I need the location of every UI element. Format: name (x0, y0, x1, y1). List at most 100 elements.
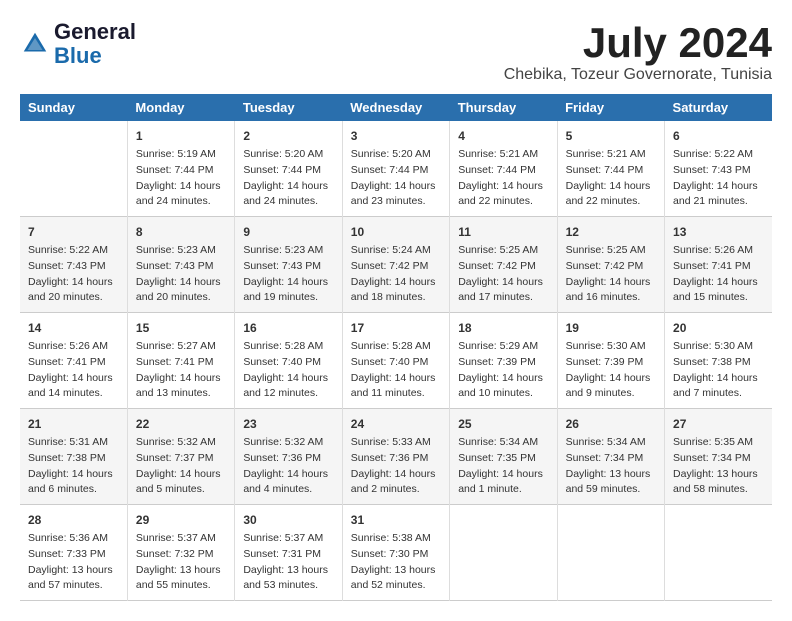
day-info: Sunrise: 5:28 AM Sunset: 7:40 PM Dayligh… (351, 339, 441, 402)
calendar-cell: 18 Sunrise: 5:29 AM Sunset: 7:39 PM Dayli… (450, 313, 557, 409)
day-info: Sunrise: 5:27 AM Sunset: 7:41 PM Dayligh… (136, 339, 226, 402)
calendar-cell: 26 Sunrise: 5:34 AM Sunset: 7:34 PM Dayli… (557, 409, 664, 505)
calendar-cell: 13 Sunrise: 5:26 AM Sunset: 7:41 PM Dayli… (665, 217, 772, 313)
day-info: Sunrise: 5:24 AM Sunset: 7:42 PM Dayligh… (351, 243, 441, 306)
day-number: 13 (673, 223, 764, 241)
day-info: Sunrise: 5:34 AM Sunset: 7:34 PM Dayligh… (566, 435, 656, 498)
weekday-header: Friday (557, 94, 664, 121)
day-info: Sunrise: 5:29 AM Sunset: 7:39 PM Dayligh… (458, 339, 548, 402)
weekday-header: Thursday (450, 94, 557, 121)
day-info: Sunrise: 5:23 AM Sunset: 7:43 PM Dayligh… (243, 243, 333, 306)
day-number: 2 (243, 127, 333, 145)
day-info: Sunrise: 5:35 AM Sunset: 7:34 PM Dayligh… (673, 435, 764, 498)
day-info: Sunrise: 5:22 AM Sunset: 7:43 PM Dayligh… (28, 243, 119, 306)
day-number: 12 (566, 223, 656, 241)
logo: General Blue (20, 20, 136, 68)
calendar-cell: 23 Sunrise: 5:32 AM Sunset: 7:36 PM Dayli… (235, 409, 342, 505)
calendar-cell (20, 121, 127, 217)
calendar-week-row: 21 Sunrise: 5:31 AM Sunset: 7:38 PM Dayli… (20, 409, 772, 505)
day-number: 8 (136, 223, 226, 241)
day-number: 30 (243, 511, 333, 529)
day-number: 28 (28, 511, 119, 529)
logo-blue: Blue (54, 43, 102, 68)
day-info: Sunrise: 5:19 AM Sunset: 7:44 PM Dayligh… (136, 147, 226, 210)
day-info: Sunrise: 5:21 AM Sunset: 7:44 PM Dayligh… (566, 147, 656, 210)
day-info: Sunrise: 5:37 AM Sunset: 7:31 PM Dayligh… (243, 531, 333, 594)
calendar-cell: 20Sunrise: 5:30 AM Sunset: 7:38 PM Dayli… (665, 313, 772, 409)
day-number: 18 (458, 319, 548, 337)
day-number: 11 (458, 223, 548, 241)
weekday-header: Saturday (665, 94, 772, 121)
day-info: Sunrise: 5:26 AM Sunset: 7:41 PM Dayligh… (673, 243, 764, 306)
calendar-week-row: 14Sunrise: 5:26 AM Sunset: 7:41 PM Dayli… (20, 313, 772, 409)
calendar-cell: 30 Sunrise: 5:37 AM Sunset: 7:31 PM Dayli… (235, 505, 342, 601)
title-area: July 2024 Chebika, Tozeur Governorate, T… (504, 20, 772, 84)
calendar-cell (450, 505, 557, 601)
day-info: Sunrise: 5:21 AM Sunset: 7:44 PM Dayligh… (458, 147, 548, 210)
calendar-cell: 16 Sunrise: 5:28 AM Sunset: 7:40 PM Dayli… (235, 313, 342, 409)
day-info: Sunrise: 5:37 AM Sunset: 7:32 PM Dayligh… (136, 531, 226, 594)
day-info: Sunrise: 5:32 AM Sunset: 7:37 PM Dayligh… (136, 435, 226, 498)
logo-icon (20, 29, 50, 59)
calendar-cell: 22 Sunrise: 5:32 AM Sunset: 7:37 PM Dayli… (127, 409, 234, 505)
day-number: 7 (28, 223, 119, 241)
calendar-cell: 10 Sunrise: 5:24 AM Sunset: 7:42 PM Dayli… (342, 217, 449, 313)
calendar-week-row: 28Sunrise: 5:36 AM Sunset: 7:33 PM Dayli… (20, 505, 772, 601)
calendar-cell: 4 Sunrise: 5:21 AM Sunset: 7:44 PM Daylig… (450, 121, 557, 217)
day-info: Sunrise: 5:31 AM Sunset: 7:38 PM Dayligh… (28, 435, 119, 498)
calendar-cell: 11 Sunrise: 5:25 AM Sunset: 7:42 PM Dayli… (450, 217, 557, 313)
day-number: 16 (243, 319, 333, 337)
day-number: 1 (136, 127, 226, 145)
day-number: 31 (351, 511, 441, 529)
day-number: 26 (566, 415, 656, 433)
day-number: 22 (136, 415, 226, 433)
calendar-cell: 7 Sunrise: 5:22 AM Sunset: 7:43 PM Daylig… (20, 217, 127, 313)
logo-general: General (54, 19, 136, 44)
day-info: Sunrise: 5:32 AM Sunset: 7:36 PM Dayligh… (243, 435, 333, 498)
calendar-cell (665, 505, 772, 601)
calendar-cell: 9 Sunrise: 5:23 AM Sunset: 7:43 PM Daylig… (235, 217, 342, 313)
calendar-cell: 24 Sunrise: 5:33 AM Sunset: 7:36 PM Dayli… (342, 409, 449, 505)
calendar-cell: 5Sunrise: 5:21 AM Sunset: 7:44 PM Daylig… (557, 121, 664, 217)
day-number: 4 (458, 127, 548, 145)
day-number: 14 (28, 319, 119, 337)
calendar-week-row: 7 Sunrise: 5:22 AM Sunset: 7:43 PM Daylig… (20, 217, 772, 313)
day-number: 10 (351, 223, 441, 241)
calendar-cell: 6 Sunrise: 5:22 AM Sunset: 7:43 PM Daylig… (665, 121, 772, 217)
day-info: Sunrise: 5:20 AM Sunset: 7:44 PM Dayligh… (243, 147, 333, 210)
day-number: 15 (136, 319, 226, 337)
calendar-cell: 28Sunrise: 5:36 AM Sunset: 7:33 PM Dayli… (20, 505, 127, 601)
calendar-cell: 15 Sunrise: 5:27 AM Sunset: 7:41 PM Dayli… (127, 313, 234, 409)
weekday-header: Sunday (20, 94, 127, 121)
calendar-cell: 1 Sunrise: 5:19 AM Sunset: 7:44 PM Daylig… (127, 121, 234, 217)
day-info: Sunrise: 5:33 AM Sunset: 7:36 PM Dayligh… (351, 435, 441, 498)
day-info: Sunrise: 5:25 AM Sunset: 7:42 PM Dayligh… (458, 243, 548, 306)
weekday-header-row: SundayMondayTuesdayWednesdayThursdayFrid… (20, 94, 772, 121)
day-number: 9 (243, 223, 333, 241)
day-info: Sunrise: 5:23 AM Sunset: 7:43 PM Dayligh… (136, 243, 226, 306)
day-info: Sunrise: 5:38 AM Sunset: 7:30 PM Dayligh… (351, 531, 441, 594)
calendar-cell (557, 505, 664, 601)
header: General Blue July 2024 Chebika, Tozeur G… (20, 20, 772, 84)
month-title: July 2024 (504, 20, 772, 66)
day-number: 25 (458, 415, 548, 433)
day-number: 24 (351, 415, 441, 433)
day-number: 3 (351, 127, 441, 145)
calendar-cell: 17 Sunrise: 5:28 AM Sunset: 7:40 PM Dayli… (342, 313, 449, 409)
day-number: 21 (28, 415, 119, 433)
weekday-header: Tuesday (235, 94, 342, 121)
calendar-cell: 19Sunrise: 5:30 AM Sunset: 7:39 PM Dayli… (557, 313, 664, 409)
day-info: Sunrise: 5:30 AM Sunset: 7:39 PM Dayligh… (566, 339, 656, 402)
location-subtitle: Chebika, Tozeur Governorate, Tunisia (504, 66, 772, 84)
calendar-cell: 27Sunrise: 5:35 AM Sunset: 7:34 PM Dayli… (665, 409, 772, 505)
calendar-cell: 29Sunrise: 5:37 AM Sunset: 7:32 PM Dayli… (127, 505, 234, 601)
day-number: 23 (243, 415, 333, 433)
calendar-cell: 31 Sunrise: 5:38 AM Sunset: 7:30 PM Dayli… (342, 505, 449, 601)
weekday-header: Wednesday (342, 94, 449, 121)
day-number: 17 (351, 319, 441, 337)
day-info: Sunrise: 5:22 AM Sunset: 7:43 PM Dayligh… (673, 147, 764, 210)
day-info: Sunrise: 5:28 AM Sunset: 7:40 PM Dayligh… (243, 339, 333, 402)
calendar-cell: 25Sunrise: 5:34 AM Sunset: 7:35 PM Dayli… (450, 409, 557, 505)
calendar-cell: 8 Sunrise: 5:23 AM Sunset: 7:43 PM Daylig… (127, 217, 234, 313)
day-number: 6 (673, 127, 764, 145)
